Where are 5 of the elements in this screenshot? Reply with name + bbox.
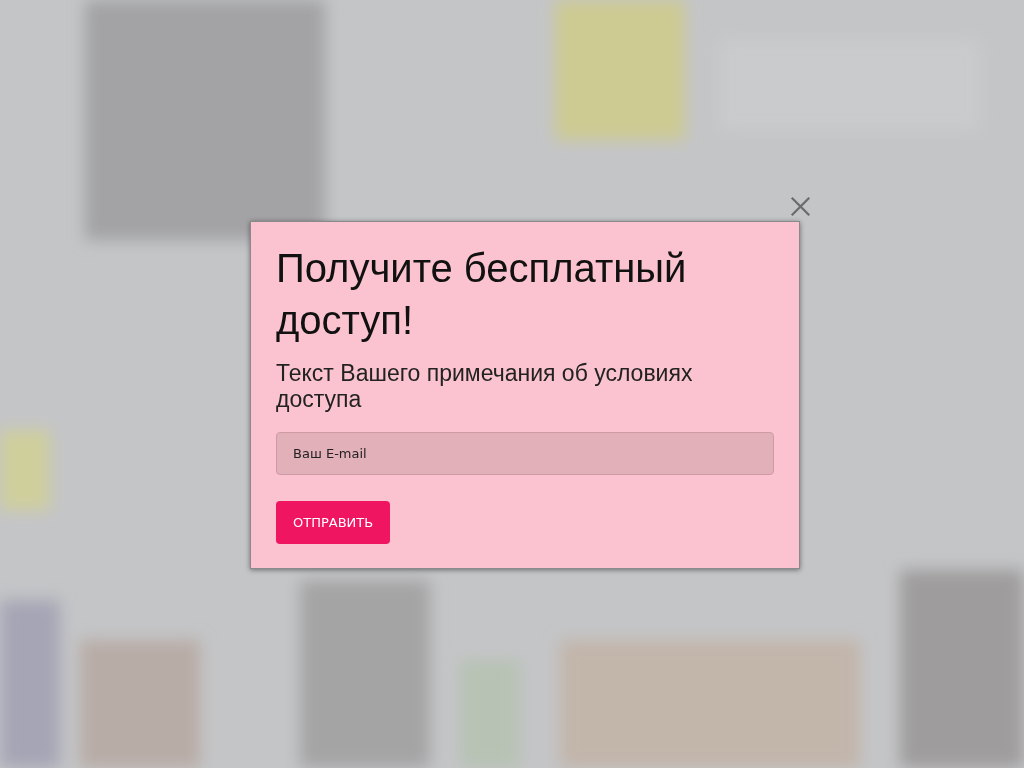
modal-note: Текст Вашего примечания об условиях доступа: [276, 360, 694, 412]
email-field[interactable]: Ваш E-mail: [276, 432, 774, 475]
submit-button[interactable]: ОТПРАВИТЬ: [276, 501, 391, 544]
close-icon[interactable]: [790, 196, 811, 217]
modal-title: Получите бесплатный доступ!: [276, 245, 688, 344]
